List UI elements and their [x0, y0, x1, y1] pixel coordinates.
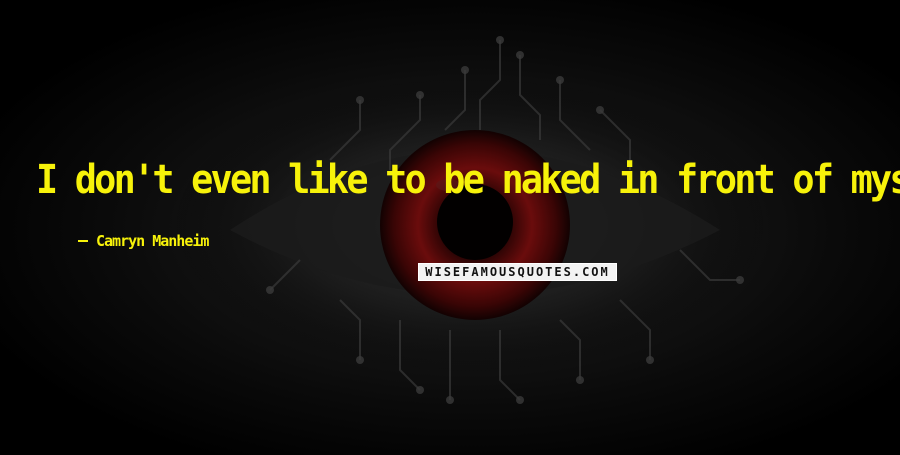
- author-name: Camryn Manheim: [96, 232, 209, 250]
- watermark-text: WISEFAMOUSQUOTES.COM: [425, 265, 610, 279]
- eye-circuit-background: [170, 36, 770, 404]
- quote-text: I don't even like to be naked in front o…: [36, 157, 900, 203]
- author-attribution: Camryn Manheim: [78, 232, 209, 250]
- author-dash: [78, 240, 88, 242]
- quote-image: I don't even like to be naked in front o…: [0, 0, 900, 455]
- watermark-badge: WISEFAMOUSQUOTES.COM: [418, 263, 617, 281]
